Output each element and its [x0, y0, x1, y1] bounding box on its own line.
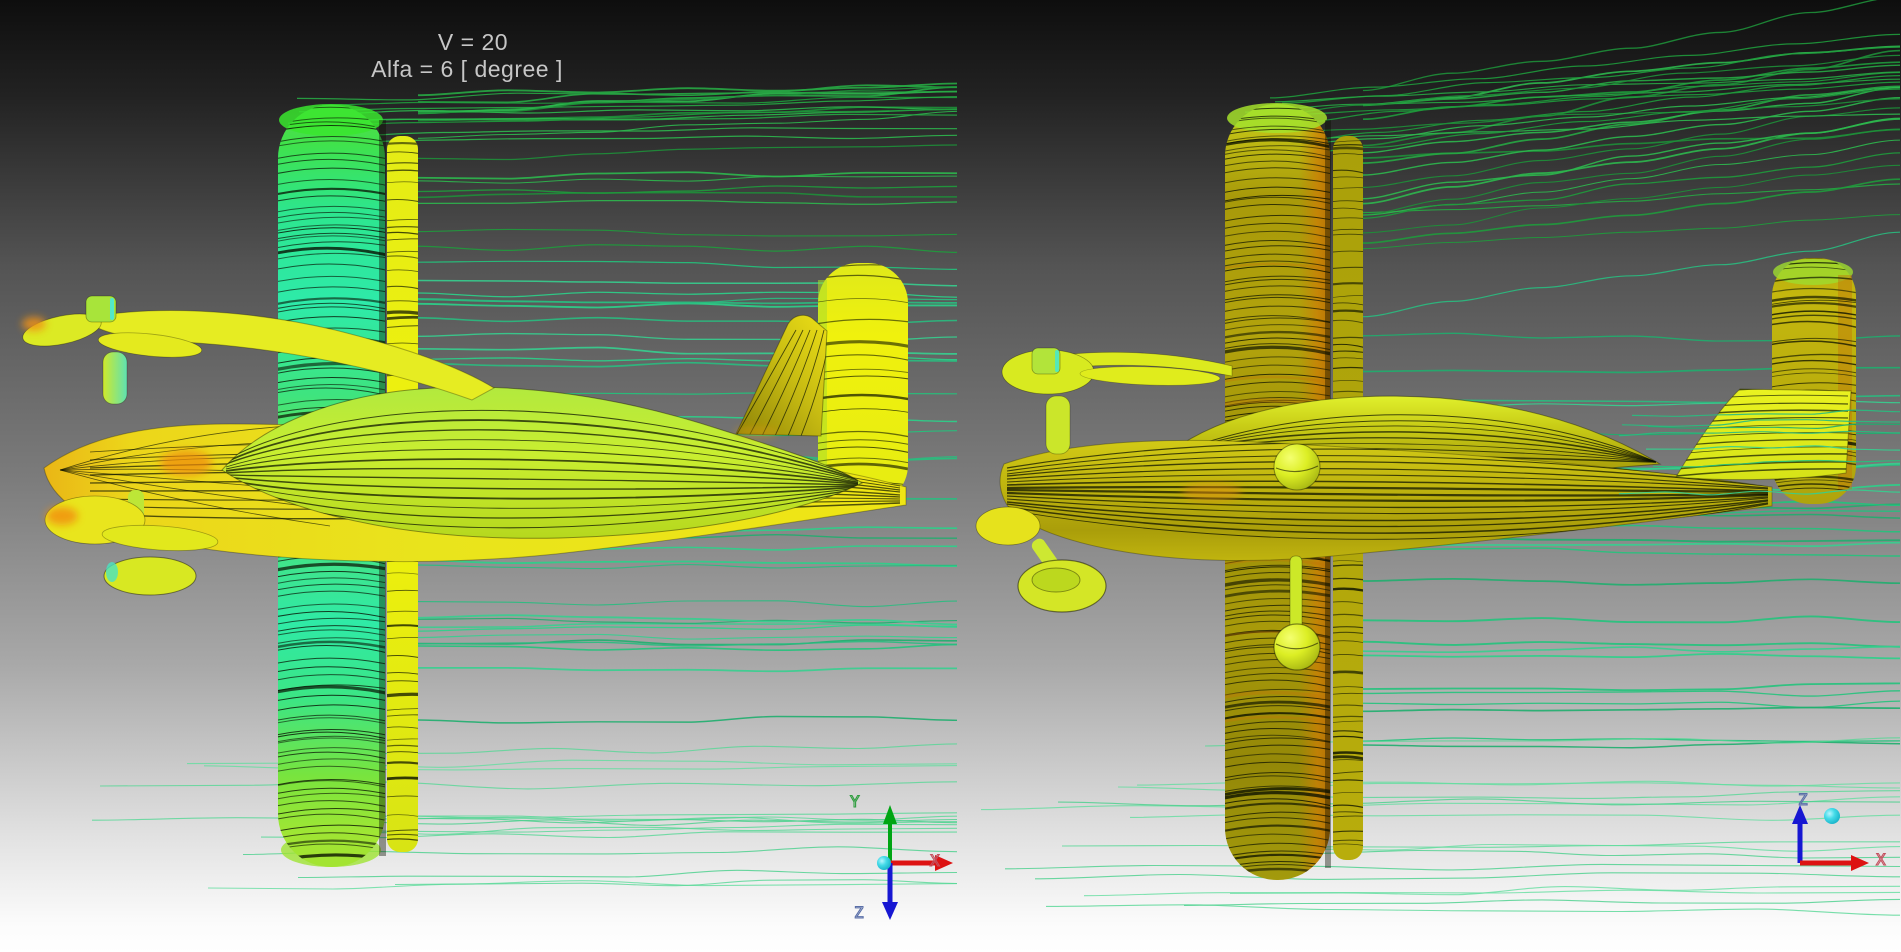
cfd-viewport[interactable]: Y X Z Z X V = 20 Alfa = 6 [ degree ] [0, 0, 1901, 952]
axis-label-z: Z [854, 903, 864, 922]
annotation-alpha: Alfa = 6 [ degree ] [371, 56, 563, 82]
origin-sphere-icon [1824, 808, 1840, 824]
axis-label-z: Z [1798, 790, 1808, 809]
origin-sphere-icon [877, 856, 891, 870]
landing-gear-sphere-right [1273, 443, 1321, 491]
stagnation-spot-nose-left [160, 450, 212, 476]
axis-label-x: X [930, 851, 940, 870]
rotor-pylon [1045, 395, 1071, 455]
annotation-velocity: V = 20 [438, 29, 508, 55]
rotor-pylon [102, 351, 128, 405]
cfd-render-stage: Y X Z Z X V = 20 Alfa = 6 [ degree ] [0, 0, 1901, 952]
axis-label-x: X [1876, 850, 1886, 869]
axis-label-y: Y [850, 792, 860, 811]
